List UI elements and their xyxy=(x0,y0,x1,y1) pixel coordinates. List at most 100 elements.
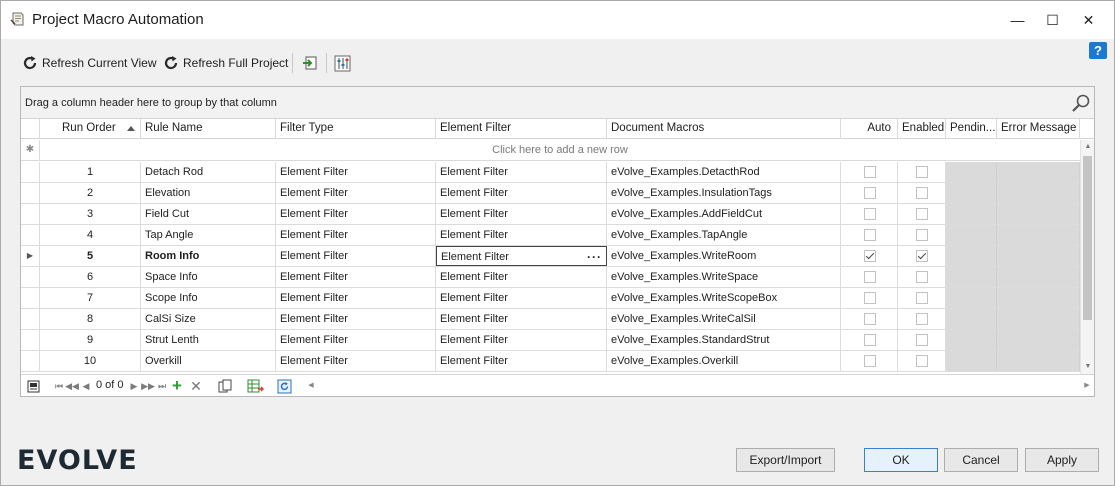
cell-element-filter[interactable]: Element Filter xyxy=(436,309,607,329)
cell-rule-name[interactable]: Room Info xyxy=(141,246,276,266)
cell-element-filter[interactable]: Element Filter xyxy=(436,288,607,308)
table-row[interactable]: 9 Strut Lenth Element Filter Element Filter… xyxy=(21,330,1080,351)
cell-element-filter[interactable]: Element Filter xyxy=(436,330,607,350)
enabled-checkbox[interactable] xyxy=(916,166,928,178)
last-record-icon[interactable]: ⏭ xyxy=(156,378,168,394)
next-page-icon[interactable]: ▶▶ xyxy=(141,378,155,394)
column-header-pending[interactable]: Pendin... xyxy=(946,119,997,139)
cell-filter-type[interactable]: Element Filter xyxy=(276,330,436,350)
refresh-full-project-button[interactable]: Refresh Full Project xyxy=(162,49,288,77)
close-button[interactable]: ✕ xyxy=(1070,1,1107,39)
settings-button[interactable] xyxy=(334,49,355,77)
auto-checkbox[interactable] xyxy=(864,208,876,220)
auto-checkbox[interactable] xyxy=(864,250,876,262)
import-button[interactable] xyxy=(301,49,322,77)
enabled-checkbox[interactable] xyxy=(916,271,928,283)
cell-run-order[interactable]: 1 xyxy=(40,162,141,182)
auto-checkbox[interactable] xyxy=(864,187,876,199)
cell-element-filter[interactable]: Element Filter xyxy=(436,204,607,224)
row-indicator[interactable] xyxy=(21,162,40,182)
cell-filter-type[interactable]: Element Filter xyxy=(276,351,436,371)
group-by-panel[interactable]: Drag a column header here to group by th… xyxy=(21,87,1094,119)
enabled-checkbox[interactable] xyxy=(916,250,928,262)
scroll-down-icon[interactable]: ▼ xyxy=(1081,360,1094,374)
cell-filter-type[interactable]: Element Filter xyxy=(276,183,436,203)
table-row[interactable]: 10 Overkill Element Filter Element Filter eV… xyxy=(21,351,1080,372)
cell-document-macros[interactable]: eVolve_Examples.InsulationTags xyxy=(607,183,841,203)
cell-document-macros[interactable]: eVolve_Examples.WriteRoom xyxy=(607,246,841,266)
refresh-grid-icon[interactable] xyxy=(276,378,292,394)
column-header-run-order[interactable]: Run Order xyxy=(40,119,141,139)
column-header-auto[interactable]: Auto xyxy=(841,119,898,139)
export-import-button[interactable]: Export/Import xyxy=(736,448,835,472)
export-rows-icon[interactable] xyxy=(246,378,264,394)
cell-document-macros[interactable]: eVolve_Examples.WriteScopeBox xyxy=(607,288,841,308)
column-header-filter-type[interactable]: Filter Type xyxy=(276,119,436,139)
cell-filter-type[interactable]: Element Filter xyxy=(276,204,436,224)
cell-document-macros[interactable]: eVolve_Examples.WriteCalSil xyxy=(607,309,841,329)
horizontal-scrollbar[interactable]: ◀ ▶ xyxy=(304,379,1094,393)
cell-rule-name[interactable]: Field Cut xyxy=(141,204,276,224)
search-icon[interactable] xyxy=(1071,93,1091,113)
cell-run-order[interactable]: 3 xyxy=(40,204,141,224)
vertical-scrollbar[interactable]: ▲ ▼ xyxy=(1080,140,1094,376)
cell-element-filter[interactable]: Element Filter xyxy=(436,267,607,287)
apply-button[interactable]: Apply xyxy=(1025,448,1099,472)
table-row[interactable]: ▶ 5 Room Info Element Filter Element Filter ·… xyxy=(21,246,1080,267)
auto-checkbox[interactable] xyxy=(864,292,876,304)
table-row[interactable]: 3 Field Cut Element Filter Element Filter eV… xyxy=(21,204,1080,225)
current-row-indicator-icon[interactable]: ▶ xyxy=(21,246,40,266)
enabled-checkbox[interactable] xyxy=(916,229,928,241)
export-grid-icon[interactable] xyxy=(25,378,41,394)
scroll-thumb[interactable] xyxy=(1083,156,1092,320)
cell-rule-name[interactable]: Strut Lenth xyxy=(141,330,276,350)
table-row[interactable]: 7 Scope Info Element Filter Element Filter e… xyxy=(21,288,1080,309)
row-indicator[interactable] xyxy=(21,204,40,224)
cell-document-macros[interactable]: eVolve_Examples.WriteSpace xyxy=(607,267,841,287)
cell-rule-name[interactable]: Elevation xyxy=(141,183,276,203)
copy-icon[interactable] xyxy=(217,378,233,394)
row-indicator[interactable] xyxy=(21,267,40,287)
auto-checkbox[interactable] xyxy=(864,355,876,367)
cell-filter-type[interactable]: Element Filter xyxy=(276,246,436,266)
ellipsis-editor-button[interactable]: ··· xyxy=(587,247,602,265)
row-indicator[interactable] xyxy=(21,351,40,371)
auto-checkbox[interactable] xyxy=(864,271,876,283)
row-indicator[interactable] xyxy=(21,309,40,329)
delete-record-icon[interactable]: ✕ xyxy=(189,378,203,394)
scroll-left-icon[interactable]: ◀ xyxy=(304,379,318,393)
auto-checkbox[interactable] xyxy=(864,166,876,178)
column-header-element-filter[interactable]: Element Filter xyxy=(436,119,607,139)
cancel-button[interactable]: Cancel xyxy=(944,448,1018,472)
enabled-checkbox[interactable] xyxy=(916,292,928,304)
cell-filter-type[interactable]: Element Filter xyxy=(276,162,436,182)
cell-document-macros[interactable]: eVolve_Examples.TapAngle xyxy=(607,225,841,245)
cell-filter-type[interactable]: Element Filter xyxy=(276,288,436,308)
cell-rule-name[interactable]: Tap Angle xyxy=(141,225,276,245)
cell-document-macros[interactable]: eVolve_Examples.StandardStrut xyxy=(607,330,841,350)
scroll-right-icon[interactable]: ▶ xyxy=(1080,379,1094,393)
cell-run-order[interactable]: 4 xyxy=(40,225,141,245)
cell-run-order[interactable]: 7 xyxy=(40,288,141,308)
scroll-up-icon[interactable]: ▲ xyxy=(1081,140,1094,154)
column-header-enabled[interactable]: Enabled xyxy=(898,119,946,139)
column-header-document-macros[interactable]: Document Macros xyxy=(607,119,841,139)
enabled-checkbox[interactable] xyxy=(916,334,928,346)
cell-filter-type[interactable]: Element Filter xyxy=(276,309,436,329)
row-indicator[interactable] xyxy=(21,225,40,245)
cell-element-filter[interactable]: Element Filter xyxy=(436,225,607,245)
next-record-icon[interactable]: ▶ xyxy=(129,378,139,394)
first-record-icon[interactable]: ⏮ xyxy=(53,378,65,394)
cell-run-order[interactable]: 8 xyxy=(40,309,141,329)
cell-rule-name[interactable]: Detach Rod xyxy=(141,162,276,182)
enabled-checkbox[interactable] xyxy=(916,313,928,325)
cell-run-order[interactable]: 5 xyxy=(40,246,141,266)
column-header-rule-name[interactable]: Rule Name xyxy=(141,119,276,139)
cell-element-filter[interactable]: Element Filter ··· xyxy=(436,246,607,266)
cell-rule-name[interactable]: CalSi Size xyxy=(141,309,276,329)
cell-run-order[interactable]: 10 xyxy=(40,351,141,371)
cell-run-order[interactable]: 6 xyxy=(40,267,141,287)
ok-button[interactable]: OK xyxy=(864,448,938,472)
cell-run-order[interactable]: 2 xyxy=(40,183,141,203)
enabled-checkbox[interactable] xyxy=(916,208,928,220)
